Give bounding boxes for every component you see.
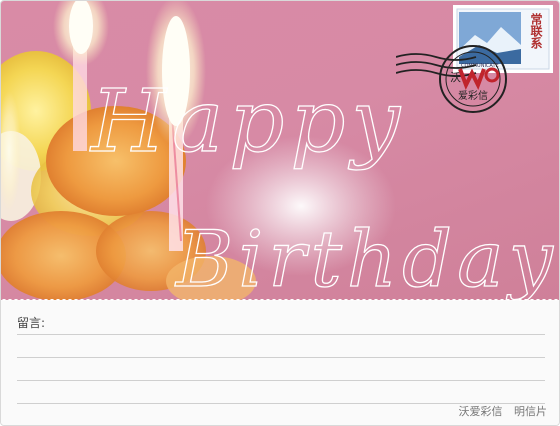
postmark-text: 爱彩信: [458, 89, 488, 102]
writing-line: [17, 380, 545, 381]
birthday-photo: Happy Birthday! 常联系 COMMUNICATE 沃 爱彩信: [1, 1, 559, 300]
postmark: 沃 爱彩信: [396, 45, 516, 115]
message-area[interactable]: 留言: 沃爱彩信 明信片: [1, 301, 559, 425]
writing-line: [17, 357, 545, 358]
footer-type: 明信片: [514, 405, 547, 418]
postcard: Happy Birthday! 常联系 COMMUNICATE 沃 爱彩信 留言…: [0, 0, 560, 426]
footer-brand: 沃爱彩信: [458, 405, 503, 418]
stamp-text: 常联系: [529, 12, 543, 50]
writing-line: [17, 334, 545, 335]
message-label: 留言:: [17, 316, 46, 330]
greeting-happy: Happy: [89, 72, 406, 172]
greeting-birthday: Birthday!: [174, 215, 559, 300]
footer: 沃爱彩信 明信片: [451, 403, 548, 419]
